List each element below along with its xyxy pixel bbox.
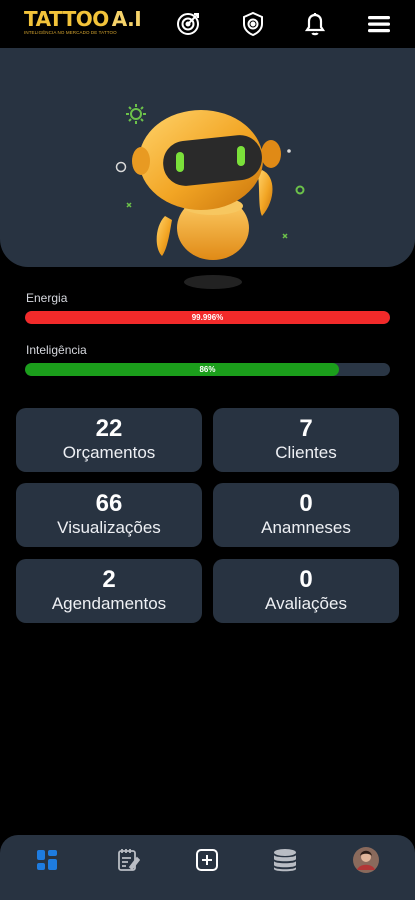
card-visualizacoes[interactable]: 66 Visualizações (16, 483, 202, 547)
energy-label: Energia (26, 291, 68, 305)
nav-coins[interactable] (267, 843, 303, 877)
card-value: 22 (95, 415, 123, 442)
card-label: Agendamentos (51, 594, 167, 613)
logo-ai-text: A.I (111, 7, 142, 31)
coins-icon (274, 849, 296, 872)
logo-tagline: INTELIGÊNCIA NO MERCADO DE TATTOO (24, 30, 117, 35)
intelligence-value: 86% (199, 365, 216, 374)
nav-add[interactable] (189, 843, 225, 877)
card-value: 0 (299, 566, 313, 593)
card-label: Visualizações (57, 518, 161, 537)
card-label: Orçamentos (62, 443, 156, 462)
app-logo[interactable]: TATTOO A.I INTELIGÊNCIA NO MERCADO DE TAT… (24, 7, 142, 42)
card-value: 0 (299, 490, 313, 517)
card-value: 2 (102, 566, 116, 593)
badge-icon[interactable] (239, 10, 267, 38)
intelligence-label: Inteligência (26, 343, 87, 357)
card-agendamentos[interactable]: 2 Agendamentos (16, 559, 202, 623)
energy-bar: 99.996% (25, 311, 390, 324)
target-icon[interactable] (174, 10, 202, 38)
nav-notes[interactable] (110, 843, 146, 877)
bottom-nav (0, 835, 415, 900)
card-orcamentos[interactable]: 22 Orçamentos (16, 408, 202, 472)
intelligence-bar: 86% (25, 363, 390, 376)
menu-icon[interactable] (365, 10, 393, 38)
logo-main-text: TATTOO (24, 7, 109, 31)
profile-avatar (353, 847, 379, 873)
bell-icon[interactable] (301, 10, 329, 38)
card-clientes[interactable]: 7 Clientes (213, 408, 399, 472)
dashboard-icon (37, 850, 57, 870)
nav-profile[interactable] (348, 843, 384, 877)
notes-icon (118, 849, 140, 871)
top-bar: TATTOO A.I INTELIGÊNCIA NO MERCADO DE TAT… (0, 0, 415, 48)
card-avaliacoes[interactable]: 0 Avaliações (213, 559, 399, 623)
add-icon (196, 849, 218, 871)
robot-shadow (184, 275, 242, 289)
card-label: Avaliações (265, 594, 347, 613)
card-label: Anamneses (261, 518, 351, 537)
card-anamneses[interactable]: 0 Anamneses (213, 483, 399, 547)
hero-panel (0, 48, 415, 267)
card-value: 66 (95, 490, 123, 517)
robot-mascot-icon (115, 104, 305, 260)
card-value: 7 (299, 415, 313, 442)
card-label: Clientes (275, 443, 337, 462)
energy-value: 99.996% (191, 313, 224, 322)
nav-dashboard[interactable] (29, 843, 65, 877)
